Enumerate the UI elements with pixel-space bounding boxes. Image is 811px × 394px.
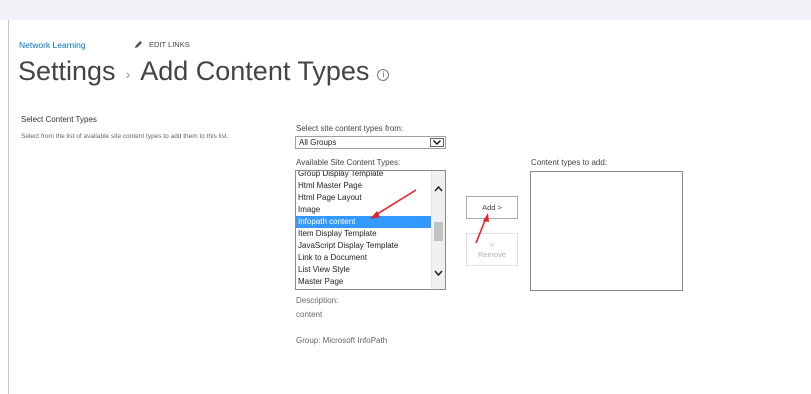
list-item[interactable]: Html Page Layout (296, 192, 433, 204)
to-add-label: Content types to add: (531, 158, 608, 167)
remove-button[interactable]: < Remove (466, 233, 518, 266)
remove-arrow: < (489, 240, 495, 249)
scroll-up-icon[interactable] (432, 183, 445, 195)
list-item[interactable]: JavaScript Display Template (296, 240, 433, 252)
scroll-down-icon[interactable] (432, 267, 445, 279)
group-text: Group: Microsoft InfoPath (296, 336, 388, 345)
chevron-down-icon (430, 138, 444, 147)
list-item[interactable]: Image (296, 204, 433, 216)
title-root[interactable]: Settings (18, 56, 116, 87)
available-label: Available Site Content Types: (296, 158, 401, 167)
list-item[interactable]: Html Master Page (296, 180, 433, 192)
title-current: Add Content Types (140, 56, 370, 86)
list-item[interactable]: Master Page (296, 276, 433, 288)
description-label: Description: (296, 296, 339, 305)
description-value: content (296, 310, 323, 319)
list-item[interactable]: Item Display Template (296, 228, 433, 240)
content-type-group-select[interactable]: All Groups (295, 136, 446, 149)
available-content-types-list[interactable]: Group Display Template Html Master Page Ht… (295, 170, 446, 290)
list-item[interactable]: Infopath content (296, 216, 433, 228)
list-items: Group Display Template Html Master Page Ht… (296, 171, 433, 288)
list-item[interactable]: List View Style (296, 264, 433, 276)
site-link[interactable]: Network Learning (19, 40, 86, 50)
top-bar (0, 0, 811, 20)
section-title: Select Content Types (21, 115, 97, 124)
section-description: Select from the list of available site c… (21, 133, 229, 140)
chevron-right-icon: › (125, 65, 131, 82)
info-icon[interactable]: i (377, 68, 390, 81)
add-button[interactable]: Add > (466, 196, 518, 219)
remove-label: Remove (478, 250, 506, 259)
pencil-icon (134, 40, 143, 49)
list-item[interactable]: Group Display Template (296, 171, 433, 180)
select-value: All Groups (299, 138, 337, 147)
list-item[interactable]: Link to a Document (296, 252, 433, 264)
scroll-thumb[interactable] (434, 222, 443, 241)
edit-links-label: EDIT LINKS (149, 40, 190, 49)
edit-links-button[interactable]: EDIT LINKS (134, 40, 190, 49)
content-types-to-add-list[interactable] (530, 171, 683, 291)
source-label: Select site content types from: (296, 124, 404, 133)
vertical-scrollbar[interactable] (431, 171, 445, 289)
left-divider (8, 20, 9, 394)
page-title: Settings › Add Content Types i (18, 56, 390, 87)
